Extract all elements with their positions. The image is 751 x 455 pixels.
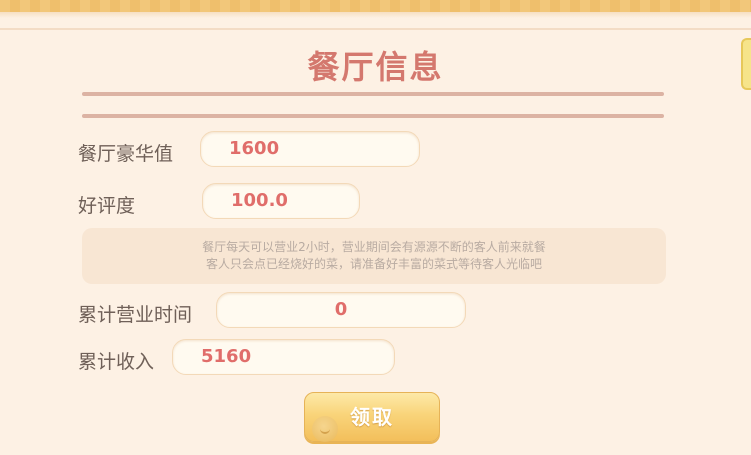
total-hours-label: 累计营业时间 (78, 304, 193, 326)
total-income-value-field: 5160 (172, 339, 395, 375)
top-border-band (0, 0, 751, 12)
notice-line-1: 餐厅每天可以营业2小时，营业期间会有源源不断的客人前来就餐 (202, 240, 546, 254)
luxury-label: 餐厅豪华值 (78, 143, 174, 165)
info-notice: 餐厅每天可以营业2小时，营业期间会有源源不断的客人前来就餐 客人只会点已经烧好的… (82, 228, 666, 284)
coin-icon (312, 416, 338, 442)
title-underline-top (82, 92, 664, 96)
total-hours-value-field: 0 (216, 292, 466, 328)
top-border-shadow (0, 12, 751, 18)
notice-line-2: 客人只会点已经烧好的菜，请准备好丰富的菜式等待客人光临吧 (205, 257, 542, 271)
panel-title: 餐厅信息 (307, 48, 444, 86)
coin-face (320, 426, 330, 434)
luxury-value-field: 1600 (200, 131, 420, 167)
header-divider (0, 28, 751, 30)
title-underline-bottom (82, 114, 664, 118)
rating-value-field: 100.0 (202, 183, 360, 219)
rating-label: 好评度 (78, 195, 136, 217)
total-income-label: 累计收入 (78, 351, 155, 373)
restaurant-info-panel: 餐厅信息 餐厅豪华值 1600 好评度 100.0 餐厅每天可以营业2小时，营业… (0, 0, 751, 455)
